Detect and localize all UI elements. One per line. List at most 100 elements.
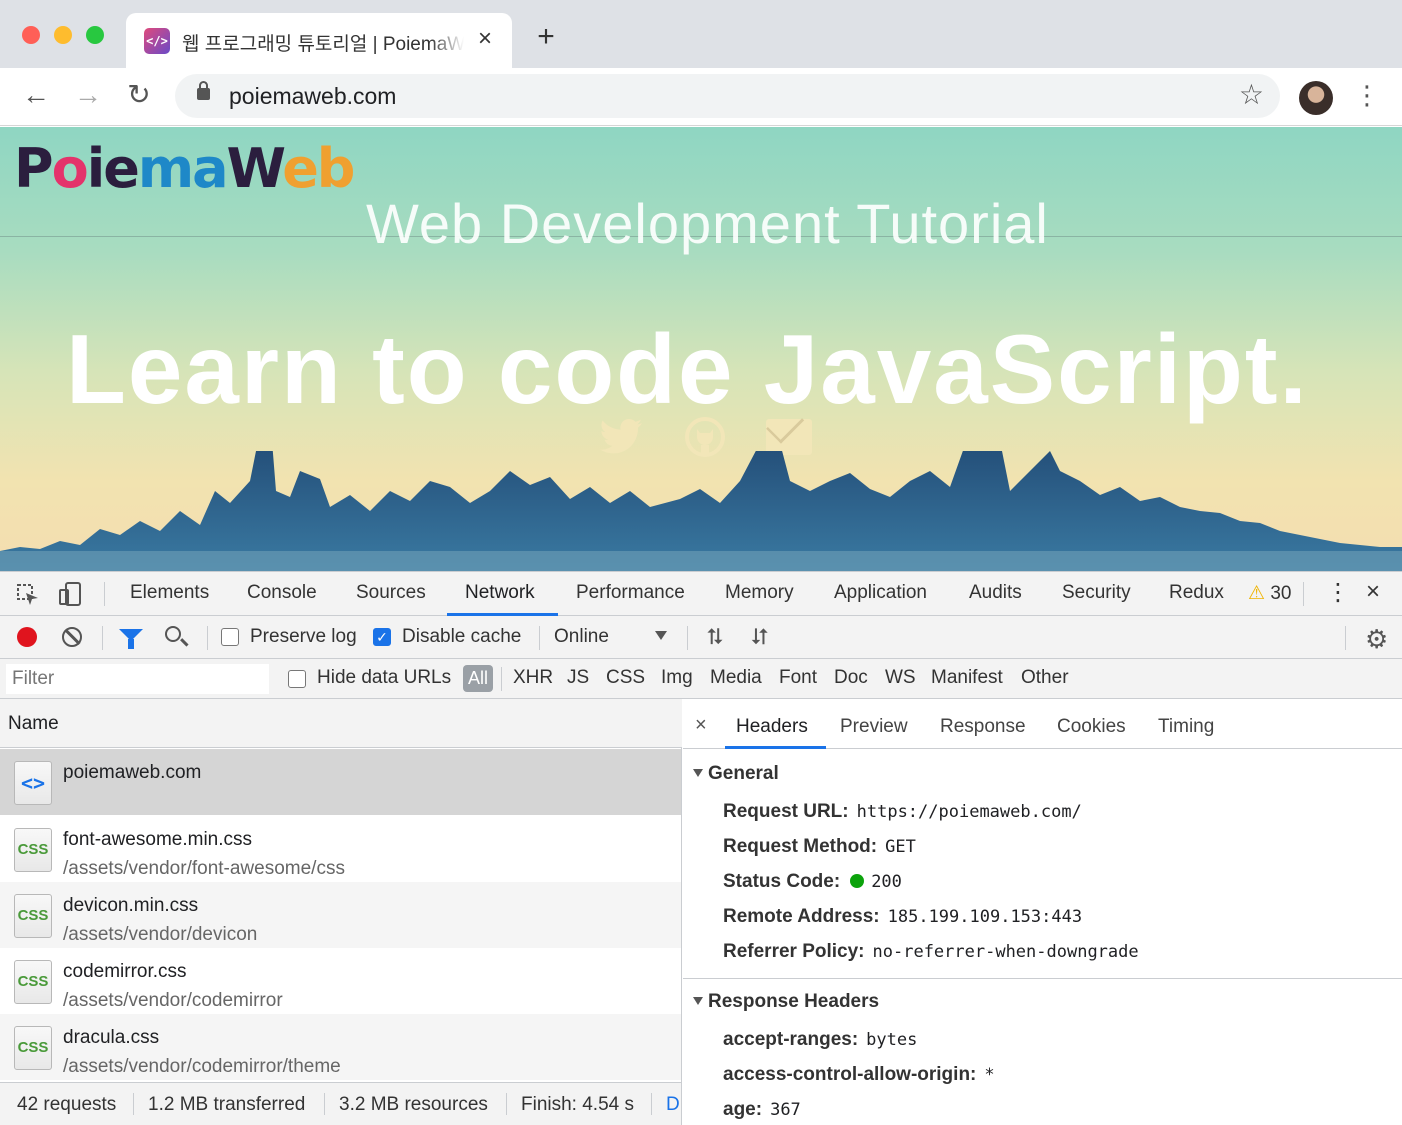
profile-avatar[interactable] [1299, 81, 1333, 115]
response-headers-toggle[interactable]: Response Headers [693, 991, 879, 1013]
header-row: Status Code: 200 [723, 871, 902, 892]
header-row: access-control-allow-origin: * [723, 1064, 995, 1085]
request-name: font-awesome.min.css [63, 829, 253, 850]
new-tab-icon[interactable]: + [530, 22, 562, 54]
request-name: codemirror.css [63, 961, 187, 982]
preserve-log-checkbox[interactable] [221, 628, 239, 646]
resources-size: 3.2 MB resources [339, 1094, 488, 1115]
filter-type-js[interactable]: JS [567, 667, 589, 689]
request-details: × Headers Preview Response Cookies Timin… [683, 699, 1402, 1125]
header-row: Referrer Policy: no-referrer-when-downgra… [723, 941, 1139, 962]
zoom-window-button[interactable] [86, 26, 104, 44]
filter-type-all[interactable]: All [463, 665, 493, 692]
filter-type-ws[interactable]: WS [885, 667, 916, 689]
request-row[interactable]: CSS font-awesome.min.css /assets/vendor/… [0, 816, 681, 882]
close-tab-icon[interactable]: × [472, 25, 498, 55]
request-path: /assets/vendor/devicon [63, 924, 258, 945]
filter-type-doc[interactable]: Doc [834, 667, 868, 689]
close-devtools-icon[interactable]: × [1366, 578, 1380, 606]
throttle-select[interactable]: Online [554, 626, 609, 648]
inspect-element-icon[interactable] [16, 583, 40, 607]
filter-type-other[interactable]: Other [1021, 667, 1069, 689]
close-details-icon[interactable]: × [695, 714, 707, 737]
request-name: devicon.min.css [63, 895, 199, 916]
minimize-window-button[interactable] [54, 26, 72, 44]
filter-type-img[interactable]: Img [661, 667, 693, 689]
reload-icon[interactable]: ↻ [121, 78, 157, 114]
request-name: dracula.css [63, 1027, 160, 1048]
tab-application[interactable]: Application [834, 582, 927, 604]
name-column-header[interactable]: Name [0, 699, 682, 748]
tab-performance[interactable]: Performance [576, 582, 685, 604]
tab-security[interactable]: Security [1062, 582, 1131, 604]
request-row[interactable]: CSS codemirror.css /assets/vendor/codemi… [0, 948, 681, 1014]
warnings-counter[interactable]: ⚠ 30 [1248, 582, 1291, 605]
filter-type-manifest[interactable]: Manifest [931, 667, 1003, 689]
code-favicon-icon: </> [144, 28, 170, 54]
mail-icon[interactable] [766, 419, 812, 455]
device-toolbar-icon[interactable] [58, 581, 84, 607]
header-row: age: 367 [723, 1099, 801, 1120]
url-text[interactable]: poiemaweb.com [229, 83, 396, 110]
finish-time: Finish: 4.54 s [521, 1094, 634, 1115]
request-row[interactable]: CSS dracula.css /assets/vendor/codemirro… [0, 1014, 681, 1080]
export-har-icon[interactable]: ⮃ [751, 624, 769, 650]
tab-audits[interactable]: Audits [969, 582, 1022, 604]
css-file-icon: CSS [14, 1026, 52, 1070]
filter-type-css[interactable]: CSS [606, 667, 645, 689]
dom-content-loaded: D [666, 1094, 680, 1115]
devtools-menu-icon[interactable]: ⋮ [1326, 578, 1350, 607]
tab-sources[interactable]: Sources [356, 582, 426, 604]
tab-cookies[interactable]: Cookies [1057, 716, 1126, 738]
address-bar[interactable]: poiemaweb.com ☆ [175, 74, 1280, 118]
devtools-tab-bar: Elements Console Sources Network Perform… [0, 571, 1402, 616]
preserve-log-label: Preserve log [250, 626, 357, 647]
tab-timing[interactable]: Timing [1158, 716, 1214, 738]
filter-input[interactable] [6, 664, 269, 694]
gear-icon[interactable]: ⚙ [1365, 624, 1388, 655]
hide-data-urls-checkbox[interactable] [288, 670, 306, 688]
request-row[interactable]: <> poiemaweb.com [0, 749, 681, 815]
status-ok-icon [850, 874, 865, 888]
browser-menu-icon[interactable]: ⋮ [1354, 80, 1380, 114]
filter-icon[interactable] [119, 629, 143, 649]
back-icon[interactable]: ← [18, 78, 54, 114]
tab-network[interactable]: Network [465, 582, 535, 604]
tab-memory[interactable]: Memory [725, 582, 794, 604]
title-bar: </> 웹 프로그래밍 튜토리얼 | PoiemaWeb × + [0, 0, 1402, 71]
filter-type-font[interactable]: Font [779, 667, 817, 689]
browser-tab[interactable]: </> 웹 프로그래밍 튜토리얼 | PoiemaWeb × [126, 13, 512, 71]
document-file-icon: <> [14, 761, 52, 805]
close-window-button[interactable] [22, 26, 40, 44]
details-tab-bar: × Headers Preview Response Cookies Timin… [683, 699, 1402, 749]
disable-cache-checkbox[interactable]: ✓ [373, 628, 391, 646]
request-path: /assets/vendor/font-awesome/css [63, 858, 345, 879]
tab-redux[interactable]: Redux [1169, 582, 1224, 604]
header-row: Request Method: GET [723, 836, 916, 857]
general-section-toggle[interactable]: General [693, 763, 779, 785]
city-skyline [0, 451, 1402, 571]
tab-headers[interactable]: Headers [736, 716, 808, 738]
clear-icon[interactable] [62, 627, 82, 647]
forward-icon[interactable]: → [70, 78, 106, 114]
request-count: 42 requests [17, 1094, 117, 1115]
request-row[interactable]: CSS devicon.min.css /assets/vendor/devic… [0, 882, 681, 948]
tab-preview[interactable]: Preview [840, 716, 908, 738]
disable-cache-label: Disable cache [402, 626, 522, 647]
filter-type-xhr[interactable]: XHR [513, 667, 553, 689]
request-list: Name <> poiemaweb.com CSS font-awesome.m… [0, 699, 682, 1125]
import-har-icon[interactable]: ⮁ [705, 624, 723, 650]
record-button[interactable] [17, 627, 37, 647]
header-row: Remote Address: 185.199.109.153:443 [723, 906, 1083, 927]
filter-bar: Hide data URLs All XHR JS CSS Img Media … [0, 659, 1402, 699]
tab-console[interactable]: Console [247, 582, 317, 604]
lock-icon [197, 81, 210, 100]
site-subtitle: Web Development Tutorial [366, 192, 1049, 255]
chevron-down-icon[interactable] [655, 631, 667, 640]
search-icon[interactable] [165, 626, 181, 642]
filter-type-media[interactable]: Media [710, 667, 762, 689]
bookmark-star-icon[interactable]: ☆ [1239, 78, 1264, 111]
tab-response[interactable]: Response [940, 716, 1026, 738]
site-logo[interactable]: PoiemaWeb [14, 137, 355, 200]
tab-elements[interactable]: Elements [130, 582, 209, 604]
